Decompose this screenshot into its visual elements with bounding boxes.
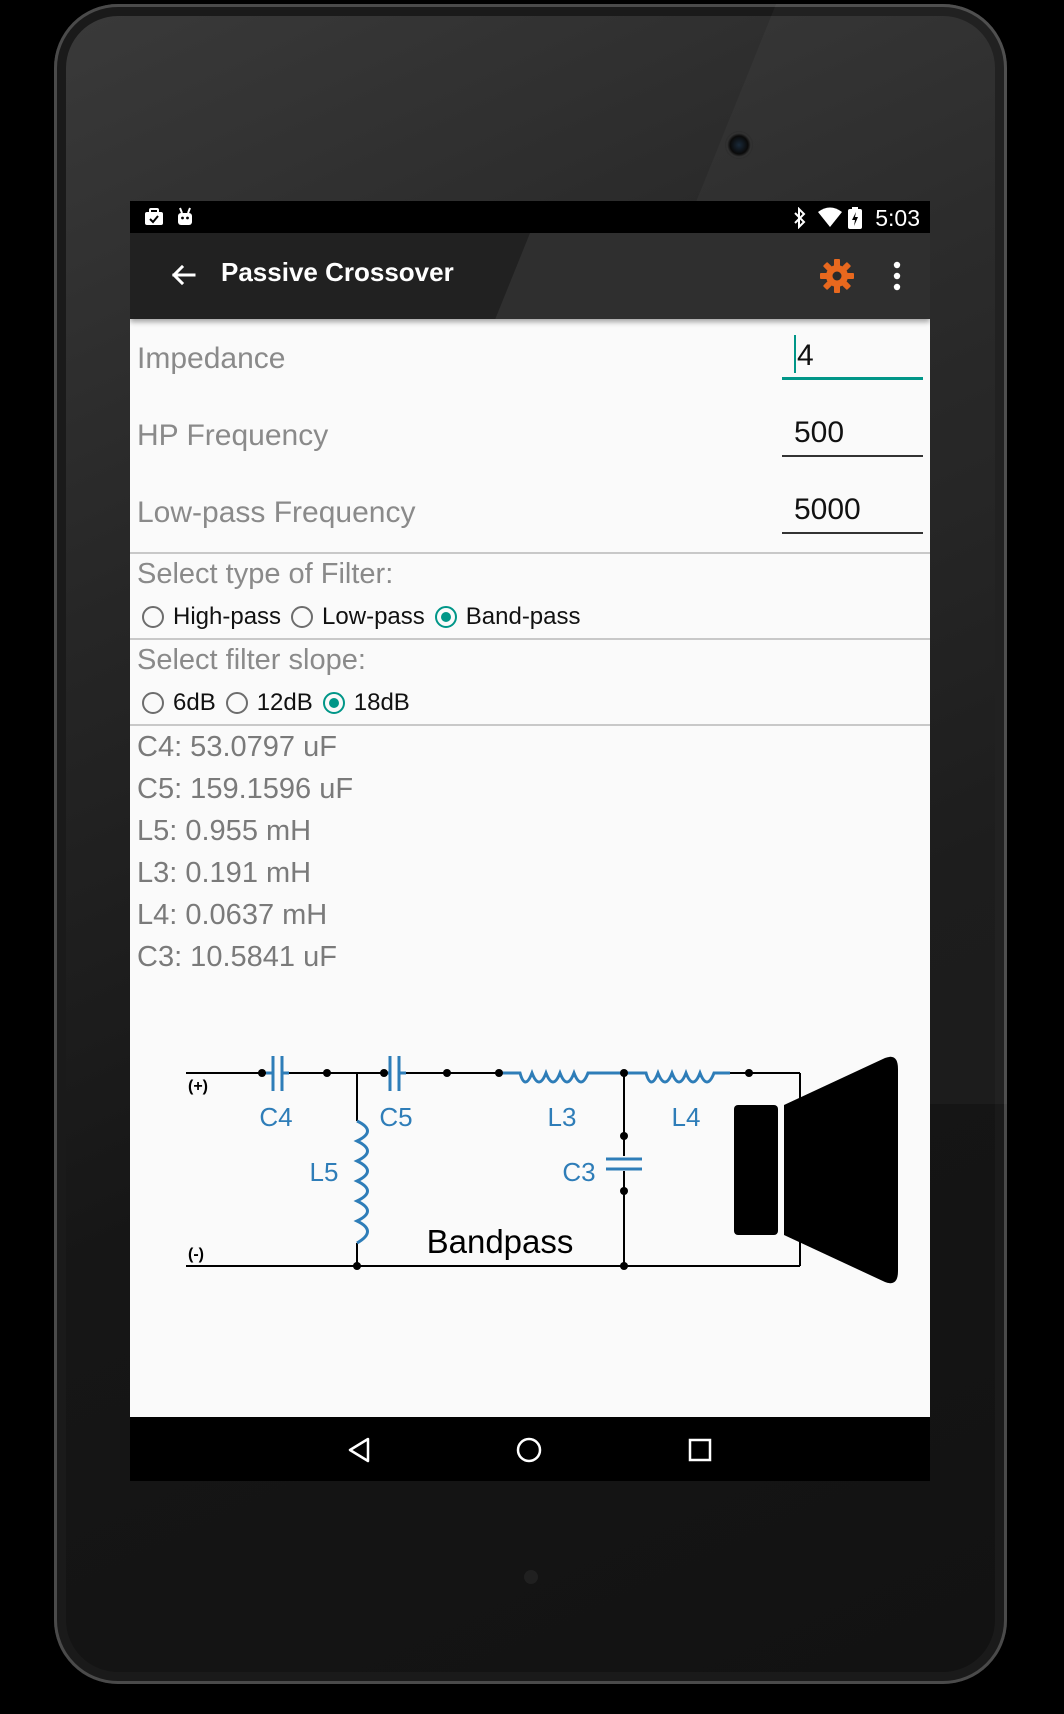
divider bbox=[130, 552, 930, 554]
lp-frequency-value: 5000 bbox=[794, 493, 861, 526]
app-title: Passive Crossover bbox=[221, 257, 454, 287]
app-bar: Passive Crossover bbox=[130, 233, 930, 319]
hp-frequency-input[interactable]: 500 bbox=[782, 409, 923, 457]
result-c5: C5: 159.1596 uF bbox=[137, 773, 354, 805]
plus-terminal-label: (+) bbox=[188, 1078, 208, 1095]
briefcase-icon bbox=[145, 208, 163, 225]
filter-slope-label: Select filter slope: bbox=[137, 644, 366, 676]
impedance-value: 4 bbox=[797, 339, 814, 372]
filter-type-label: Select type of Filter: bbox=[137, 558, 394, 590]
radio-circle bbox=[142, 692, 164, 714]
nav-back-icon[interactable] bbox=[346, 1437, 372, 1463]
hp-frequency-value: 500 bbox=[794, 416, 845, 449]
status-time: 5:03 bbox=[875, 205, 920, 231]
front-camera bbox=[725, 131, 753, 159]
c3-label: C3 bbox=[562, 1157, 595, 1187]
filter-type-group: High-pass Low-pass Band-pass bbox=[142, 601, 591, 633]
minus-terminal-label: (-) bbox=[188, 1246, 204, 1263]
l5-inductor bbox=[353, 1119, 369, 1245]
schematic-title: Bandpass bbox=[427, 1223, 574, 1260]
radio-label: Band-pass bbox=[465, 603, 581, 630]
battery-icon bbox=[848, 207, 862, 229]
l3-inductor bbox=[498, 1068, 624, 1084]
radio-18db[interactable]: 18dB bbox=[322, 689, 410, 717]
l3-label: L3 bbox=[548, 1102, 577, 1132]
radio-band-pass[interactable]: Band-pass bbox=[434, 603, 581, 631]
radio-6db[interactable]: 6dB bbox=[142, 689, 216, 717]
result-c3: C3: 10.5841 uF bbox=[137, 941, 337, 973]
nav-recents-icon[interactable] bbox=[688, 1438, 712, 1462]
radio-12db[interactable]: 12dB bbox=[225, 689, 313, 717]
nav-home-icon[interactable] bbox=[515, 1436, 543, 1464]
divider bbox=[130, 638, 930, 640]
c3-capacitor bbox=[606, 1157, 642, 1171]
impedance-input[interactable]: 4 bbox=[782, 332, 923, 380]
result-l3: L3: 0.191 mH bbox=[137, 857, 312, 889]
c4-capacitor bbox=[266, 1056, 289, 1091]
l4-label: L4 bbox=[672, 1102, 701, 1132]
l5-label: L5 bbox=[310, 1157, 339, 1187]
nav-bar bbox=[130, 1417, 930, 1481]
wifi-icon bbox=[818, 207, 842, 227]
status-bar: 5:03 bbox=[130, 201, 930, 233]
radio-circle bbox=[291, 606, 314, 628]
impedance-label: Impedance bbox=[137, 342, 286, 375]
radio-circle bbox=[142, 606, 164, 628]
radio-label: Low-pass bbox=[322, 603, 425, 630]
settings-gear-icon[interactable] bbox=[818, 257, 856, 295]
hp-frequency-label: HP Frequency bbox=[137, 419, 329, 452]
radio-high-pass[interactable]: High-pass bbox=[142, 603, 281, 631]
radio-circle-selected bbox=[434, 606, 457, 628]
result-l4: L4: 0.0637 mH bbox=[137, 899, 328, 931]
back-arrow-icon[interactable] bbox=[166, 257, 202, 293]
light-sensor bbox=[524, 1570, 538, 1584]
crossover-schematic: (+) (-) C4 C5 L5 L3 L4 C3 Bandpass bbox=[186, 1056, 898, 1284]
radio-low-pass[interactable]: Low-pass bbox=[291, 603, 425, 631]
radio-label: 12dB bbox=[256, 689, 313, 716]
result-c4: C4: 53.0797 uF bbox=[137, 731, 337, 763]
speaker-icon bbox=[734, 1056, 898, 1284]
c4-label: C4 bbox=[259, 1102, 292, 1132]
radio-label: 6dB bbox=[173, 689, 216, 716]
result-l5: L5: 0.955 mH bbox=[137, 815, 312, 847]
lp-frequency-input[interactable]: 5000 bbox=[782, 486, 923, 534]
text-caret bbox=[794, 335, 796, 374]
radio-label: 18dB bbox=[353, 689, 410, 716]
app-bar-shade bbox=[495, 233, 930, 319]
radio-label: High-pass bbox=[173, 603, 282, 630]
bluetooth-icon bbox=[794, 207, 806, 229]
screen: 5:03 Passive Crossover Impedance 4 HP Fr… bbox=[130, 201, 930, 1481]
divider bbox=[130, 724, 930, 726]
radio-circle bbox=[225, 692, 248, 714]
c5-label: C5 bbox=[379, 1102, 412, 1132]
radio-circle-selected bbox=[322, 692, 345, 714]
filter-slope-group: 6dB 12dB 18dB bbox=[142, 687, 420, 719]
l4-inductor bbox=[624, 1068, 730, 1084]
more-vert-icon[interactable] bbox=[882, 257, 912, 295]
lp-frequency-label: Low-pass Frequency bbox=[137, 496, 416, 529]
android-icon bbox=[178, 207, 192, 225]
